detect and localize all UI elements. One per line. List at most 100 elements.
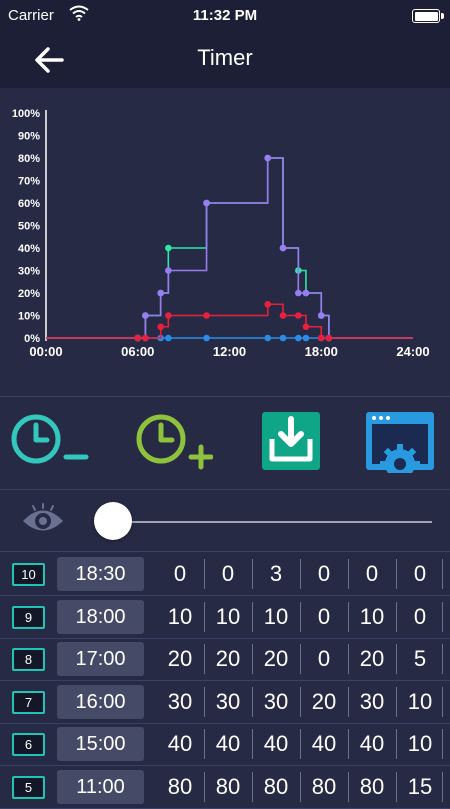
cell-separator (300, 601, 301, 632)
channel-value-cell[interactable]: 30 (254, 685, 298, 719)
channel-value-cell[interactable]: 80 (254, 770, 298, 804)
cell-separator (396, 601, 397, 632)
channel-value-cell[interactable]: 0 (302, 557, 346, 591)
eye-icon[interactable] (20, 502, 66, 538)
series-point-3 (325, 334, 333, 342)
series-point-2 (203, 334, 210, 342)
series-point-1 (295, 289, 302, 297)
time-cell[interactable]: 18:00 (57, 599, 144, 634)
channel-value-cell[interactable]: 20 (302, 685, 346, 719)
x-tick-label: 12:00 (213, 344, 246, 359)
cell-separator (348, 771, 349, 802)
time-cell[interactable]: 11:00 (57, 769, 144, 804)
series-point-3 (279, 312, 287, 319)
channel-value-cell[interactable]: 0 (302, 642, 346, 676)
y-tick-label: 60% (18, 198, 40, 210)
row-index-badge[interactable]: 6 (12, 733, 45, 756)
row-index-badge[interactable]: 5 (12, 775, 45, 799)
cell-separator (442, 729, 443, 759)
series-point-1 (302, 289, 310, 297)
channel-value-cell[interactable]: 0 (398, 557, 442, 591)
light-curve-chart[interactable]: 0% 10% 20% 30% 40% 50% 60% 70% 80% 90% 100% 00:00 06… (0, 88, 450, 396)
series-point-3 (302, 323, 310, 331)
channel-value-cell[interactable]: 0 (398, 600, 442, 634)
add-timer-button[interactable] (133, 409, 214, 473)
remove-timer-button[interactable] (10, 409, 90, 473)
timer-row[interactable]: 10 18:30 0 0 3 0 0 0 (0, 553, 450, 596)
series-point-1 (157, 289, 164, 297)
time-cell[interactable]: 16:00 (57, 684, 144, 719)
timer-row[interactable]: 5 11:00 80 80 80 80 80 15 (0, 766, 450, 809)
row-index-badge[interactable]: 10 (12, 563, 45, 586)
action-bar (0, 397, 450, 489)
channel-value-cell[interactable]: 0 (302, 600, 346, 634)
channel-value-cell[interactable]: 20 (350, 642, 394, 676)
channel-value-cell[interactable]: 20 (206, 642, 250, 676)
series-point-2 (295, 334, 302, 342)
divider (0, 551, 450, 552)
channel-value-cell[interactable]: 10 (158, 600, 202, 634)
timer-row[interactable]: 9 18:00 10 10 10 0 10 0 (0, 596, 450, 639)
cell-separator (252, 771, 253, 802)
channel-value-cell[interactable]: 80 (302, 770, 346, 804)
channel-value-cell[interactable]: 0 (206, 557, 250, 591)
y-tick-label: 50% (18, 221, 40, 233)
cell-separator (442, 644, 443, 674)
channel-value-cell[interactable]: 10 (398, 685, 442, 719)
series-point-2 (165, 334, 172, 342)
channel-value-cell[interactable]: 5 (398, 642, 442, 676)
timer-row[interactable]: 8 17:00 20 20 20 0 20 5 (0, 638, 450, 681)
row-index-badge[interactable]: 7 (12, 690, 45, 714)
row-index-badge[interactable]: 8 (12, 648, 45, 671)
series-point-2 (302, 334, 310, 342)
cell-separator (396, 686, 397, 717)
y-tick-label: 70% (18, 176, 40, 188)
y-tick-label: 90% (18, 131, 40, 143)
channel-value-cell[interactable]: 0 (158, 557, 202, 591)
channel-value-cell[interactable]: 20 (254, 642, 298, 676)
channel-value-cell[interactable]: 10 (350, 600, 394, 634)
channel-value-cell[interactable]: 0 (350, 557, 394, 591)
channel-value-cell[interactable]: 80 (206, 770, 250, 804)
time-cell[interactable]: 18:30 (57, 557, 144, 591)
save-button[interactable] (255, 409, 335, 473)
channel-value-cell[interactable]: 30 (350, 685, 394, 719)
settings-button[interactable] (362, 409, 442, 479)
channel-value-cell[interactable]: 40 (302, 727, 346, 761)
channel-value-cell[interactable]: 40 (350, 727, 394, 761)
y-tick-label: 10% (18, 311, 40, 323)
timer-row[interactable]: 6 15:00 40 40 40 40 40 10 (0, 723, 450, 766)
y-tick-label: 30% (18, 266, 40, 278)
slider-track[interactable] (112, 521, 432, 523)
channel-value-cell[interactable]: 80 (158, 770, 202, 804)
channel-value-cell[interactable]: 30 (206, 685, 250, 719)
channel-value-cell[interactable]: 20 (158, 642, 202, 676)
time-cell[interactable]: 15:00 (57, 727, 144, 761)
series-point-3 (157, 323, 164, 331)
x-tick-label: 18:00 (305, 344, 338, 359)
y-tick-label: 20% (18, 288, 40, 300)
series-point-3 (317, 334, 325, 342)
channel-value-cell[interactable]: 30 (158, 685, 202, 719)
cell-separator (300, 644, 301, 674)
cell-separator (300, 771, 301, 802)
slider-thumb[interactable] (94, 502, 132, 540)
cell-separator (396, 644, 397, 674)
series-point-1 (264, 154, 272, 162)
channel-value-cell[interactable]: 15 (398, 770, 442, 804)
channel-value-cell[interactable]: 10 (398, 727, 442, 761)
channel-value-cell[interactable]: 40 (158, 727, 202, 761)
cell-separator (204, 559, 205, 589)
channel-value-cell[interactable]: 80 (350, 770, 394, 804)
row-index-badge[interactable]: 9 (12, 605, 45, 629)
channel-value-cell[interactable]: 10 (254, 600, 298, 634)
timer-row[interactable]: 7 16:00 30 30 30 20 30 10 (0, 681, 450, 724)
channel-value-cell[interactable]: 40 (206, 727, 250, 761)
time-cell[interactable]: 17:00 (57, 642, 144, 676)
cell-separator (300, 686, 301, 717)
cell-separator (348, 601, 349, 632)
channel-value-cell[interactable]: 3 (254, 557, 298, 591)
cell-separator (348, 729, 349, 759)
channel-value-cell[interactable]: 10 (206, 600, 250, 634)
channel-value-cell[interactable]: 40 (254, 727, 298, 761)
